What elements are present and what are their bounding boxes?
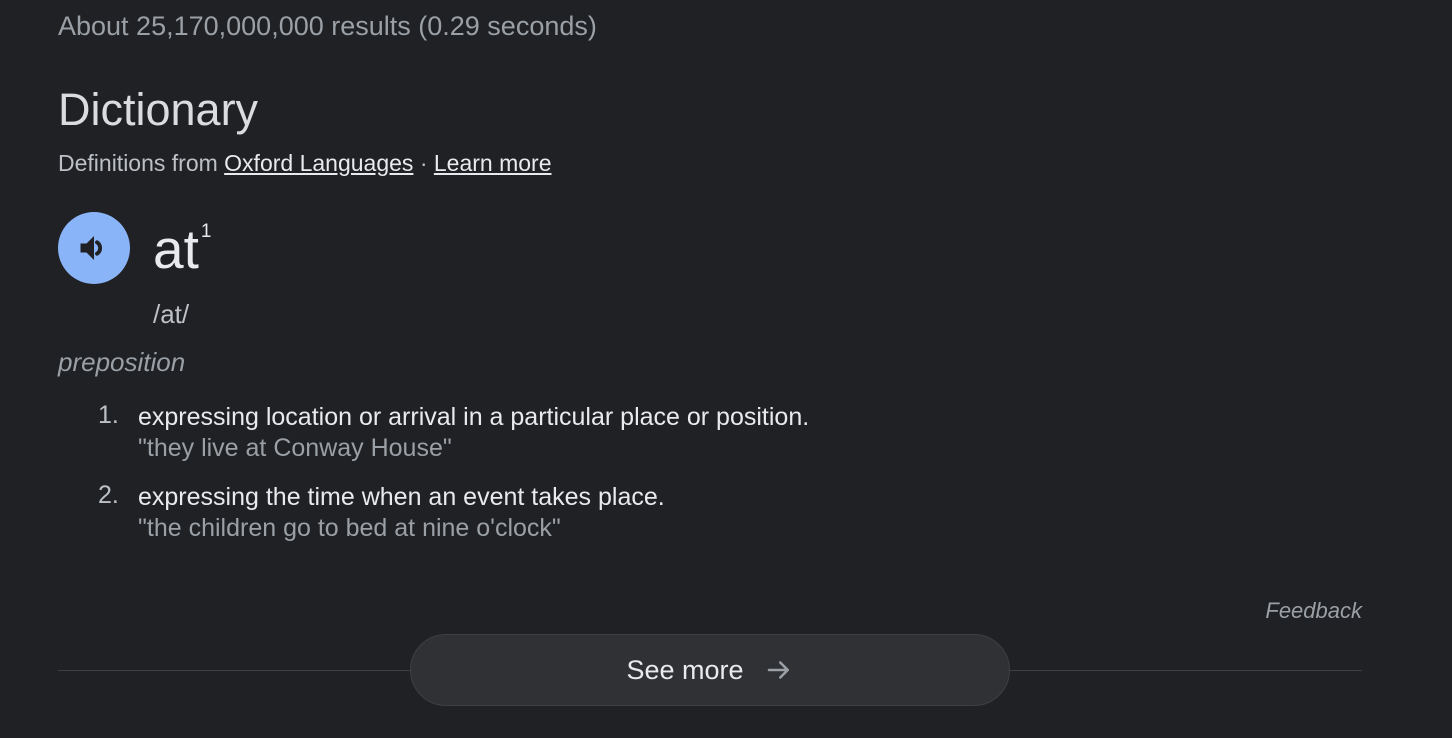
arrow-right-icon [767,661,789,679]
see-more-button[interactable]: See more [410,634,1010,706]
dictionary-source: Definitions from Oxford Languages · Lear… [58,150,552,177]
oxford-languages-link[interactable]: Oxford Languages [224,150,413,176]
volume-icon [80,236,103,260]
learn-more-link[interactable]: Learn more [434,150,552,176]
definition-list: 1. expressing location or arrival in a p… [94,401,809,561]
definition-example: "the children go to bed at nine o'clock" [138,514,561,542]
definition-text: expressing location or arrival in a part… [138,403,810,431]
separator-dot: · [419,150,428,176]
part-of-speech: preposition [58,347,186,377]
definition-body: expressing location or arrival in a part… [138,401,809,463]
definition-body: expressing the time when an event takes … [138,481,665,543]
definition-number: 1. [98,401,119,429]
definition-example: "they live at Conway House" [138,434,452,462]
headword-superscript: 1 [200,221,212,242]
phonetic: /at/ [153,299,190,329]
definition-text: expressing the time when an event takes … [138,483,665,511]
headword: at 1 [153,222,211,277]
source-prefix: Definitions from [58,150,218,176]
pronounce-button[interactable] [58,212,130,284]
headword-text: at [153,218,199,280]
definition-item: 1. expressing location or arrival in a p… [94,401,809,463]
dictionary-heading: Dictionary [58,84,259,135]
search-results-page: About 25,170,000,000 results (0.29 secon… [0,0,1452,738]
result-stats: About 25,170,000,000 results (0.29 secon… [58,11,597,41]
feedback-link[interactable]: Feedback [1265,598,1362,624]
definition-number: 2. [98,481,119,509]
definition-item: 2. expressing the time when an event tak… [94,481,809,543]
see-more-label: See more [626,654,744,685]
